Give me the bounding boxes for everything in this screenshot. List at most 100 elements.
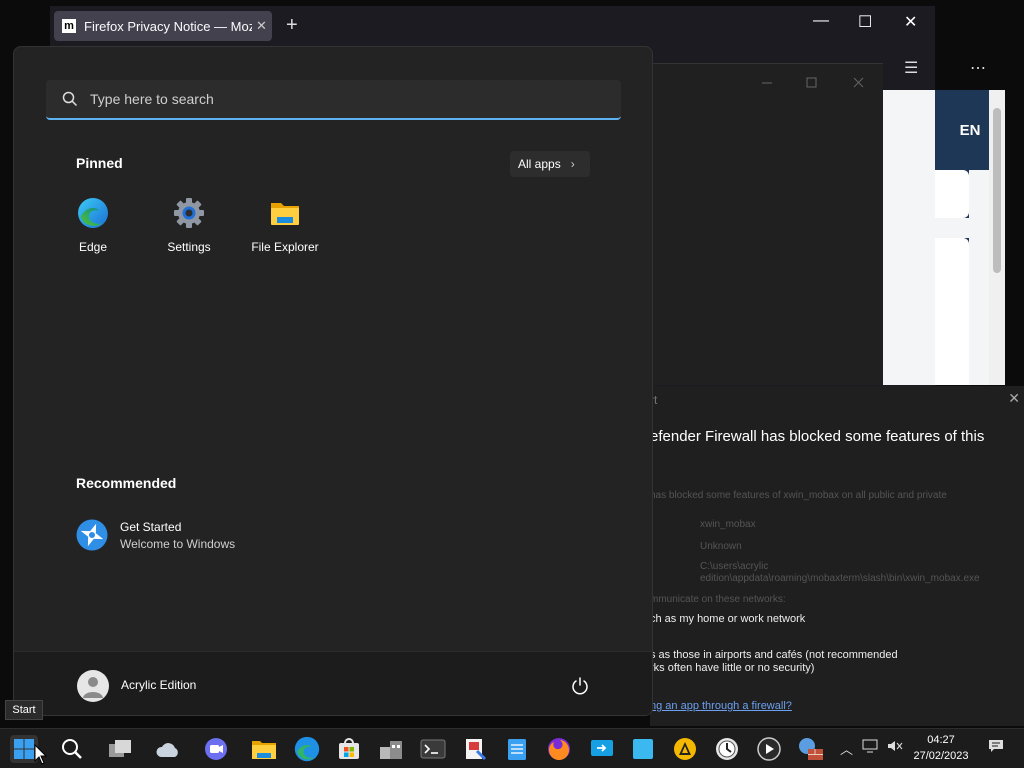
timer-icon xyxy=(716,738,738,760)
allow-label: mmunicate on these networks: xyxy=(650,594,786,605)
public-network-label-2: rks often have little or no security) xyxy=(650,662,815,674)
user-avatar-icon xyxy=(83,677,103,698)
pinned-app-settings[interactable]: Settings xyxy=(144,197,234,254)
start-menu: Type here to search Pinned All apps › Ed… xyxy=(13,46,653,716)
start-icon xyxy=(14,739,34,759)
maximize-button[interactable]: ☐ xyxy=(858,12,872,32)
settings-gear-icon xyxy=(174,198,204,228)
remote-desktop-icon xyxy=(591,740,613,756)
power-icon[interactable] xyxy=(570,676,590,696)
store-button[interactable] xyxy=(335,735,363,763)
mozilla-favicon-icon: m xyxy=(62,19,76,33)
all-apps-label: All apps xyxy=(518,157,561,171)
publisher-value: Unknown xyxy=(700,541,742,552)
web-page: EN xyxy=(882,90,1005,385)
pinned-app-label: Edge xyxy=(78,240,108,254)
more-icon[interactable]: ⋯ xyxy=(970,58,986,78)
user-name[interactable]: Acrylic Edition xyxy=(121,678,196,692)
clock-time: 04:27 xyxy=(927,734,955,746)
network-wall-icon xyxy=(799,738,823,760)
start-footer: Acrylic Edition xyxy=(14,651,652,715)
file-explorer-icon xyxy=(252,741,276,759)
recommended-title: Recommended xyxy=(76,475,177,491)
path-value: C:\users\acrylic edition\appdata\roaming… xyxy=(700,561,980,584)
close-icon[interactable]: ✕ xyxy=(1008,390,1020,407)
remote-desktop-button[interactable] xyxy=(588,735,616,763)
minimize-button[interactable]: — xyxy=(813,12,829,30)
monitor-icon xyxy=(862,739,878,753)
pinned-title: Pinned xyxy=(76,155,123,171)
page-scrollbar[interactable] xyxy=(989,90,1005,385)
search-placeholder: Type here to search xyxy=(90,91,214,107)
firewall-dialog: rt ✕ efender Firewall has blocked some f… xyxy=(650,386,1024,726)
weather-icon xyxy=(156,743,178,757)
firefox-button[interactable] xyxy=(545,735,573,763)
new-tab-button[interactable]: + xyxy=(286,14,298,37)
terminal-icon xyxy=(420,739,446,759)
edge-icon xyxy=(78,198,108,228)
menu-icon[interactable]: ☰ xyxy=(904,58,918,78)
volume-muted-icon[interactable] xyxy=(887,739,903,756)
terminal-button[interactable] xyxy=(419,735,447,763)
dialog-heading: efender Firewall has blocked some featur… xyxy=(650,428,985,445)
tab-close-icon[interactable]: ✕ xyxy=(256,18,267,34)
background-window xyxy=(650,63,883,385)
chat-button[interactable] xyxy=(202,735,230,763)
firefox-icon xyxy=(548,738,570,760)
avatar[interactable] xyxy=(77,670,109,702)
network-wall-button[interactable] xyxy=(797,735,825,763)
chevron-right-icon: › xyxy=(570,157,575,171)
media-player-button[interactable] xyxy=(755,735,783,763)
pinned-app-label: File Explorer xyxy=(251,240,319,254)
app-button[interactable] xyxy=(629,735,657,763)
recommended-item-get-started[interactable]: Get Started Welcome to Windows xyxy=(76,519,235,551)
chat-icon xyxy=(205,738,227,760)
firewall-help-link[interactable]: ng an app through a firewall? xyxy=(650,700,792,712)
store-icon xyxy=(339,738,359,759)
clock[interactable]: 04:27 27/02/2023 xyxy=(906,732,976,764)
edge-icon xyxy=(294,736,320,762)
mouse-cursor-icon xyxy=(34,744,48,765)
vlc-button[interactable] xyxy=(671,735,699,763)
weather-button[interactable] xyxy=(154,735,182,763)
page-card xyxy=(935,238,969,385)
timer-button[interactable] xyxy=(713,735,741,763)
close-button[interactable]: ✕ xyxy=(904,12,917,32)
tab-title: Firefox Privacy Notice — Mozill xyxy=(84,18,252,34)
page-card xyxy=(935,170,969,218)
pinned-app-label: Settings xyxy=(167,240,211,254)
all-apps-button[interactable]: All apps › xyxy=(510,151,590,177)
app-name-value: xwin_mobax xyxy=(700,519,756,530)
app-icon xyxy=(633,739,653,759)
package-icon xyxy=(380,741,402,759)
scroll-thumb[interactable] xyxy=(993,108,1001,273)
task-view-icon xyxy=(109,740,131,757)
browser-tab[interactable]: m Firefox Privacy Notice — Mozill ✕ xyxy=(54,11,272,41)
clock-date: 27/02/2023 xyxy=(913,750,969,762)
search-icon xyxy=(62,91,78,107)
notepad-button[interactable] xyxy=(503,735,531,763)
edge-taskbar-button[interactable] xyxy=(293,735,321,763)
window-controls-icon xyxy=(762,77,864,88)
recommended-subtitle-text: Welcome to Windows xyxy=(120,536,236,551)
folder-icon xyxy=(271,203,299,225)
pinned-app-edge[interactable]: Edge xyxy=(48,197,138,254)
pinned-app-file-explorer[interactable]: File Explorer xyxy=(240,197,330,254)
package-button[interactable] xyxy=(377,735,405,763)
private-network-label[interactable]: ch as my home or work network xyxy=(650,613,805,625)
taskbar: ︿ 04:27 27/02/2023 xyxy=(0,728,1024,768)
file-explorer-button[interactable] xyxy=(250,735,278,763)
task-view-button[interactable] xyxy=(106,735,134,763)
recommended-title-text: Get Started xyxy=(120,519,182,534)
chevron-up-icon[interactable]: ︿ xyxy=(840,739,853,758)
start-tooltip: Start xyxy=(5,700,43,720)
notifications-icon[interactable] xyxy=(988,739,1004,756)
public-network-label-1[interactable]: s as those in airports and cafés (not re… xyxy=(650,649,898,661)
search-icon xyxy=(62,739,82,759)
notepad-icon xyxy=(508,739,526,760)
get-started-icon xyxy=(76,519,108,551)
search-button[interactable] xyxy=(58,735,86,763)
paint-button[interactable] xyxy=(461,735,489,763)
network-icon[interactable] xyxy=(862,739,878,756)
search-input[interactable]: Type here to search xyxy=(46,80,621,120)
